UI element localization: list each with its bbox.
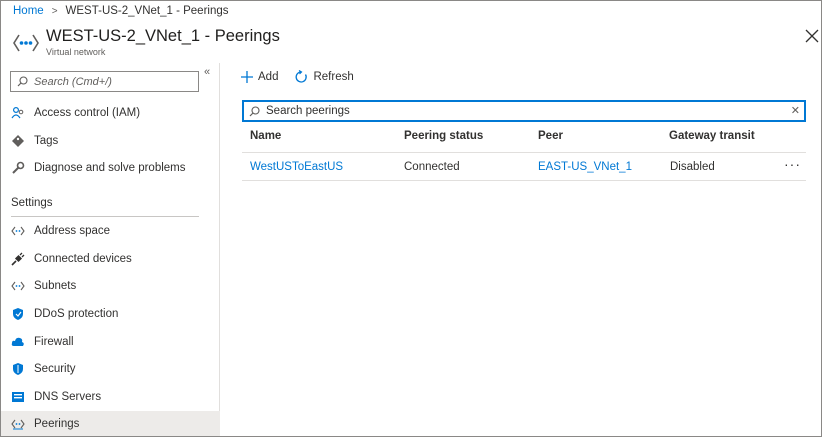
page-header: WEST-US-2_VNet_1 - Peerings Virtual netw… [13,25,821,61]
settings-section-header: Settings [11,197,53,209]
arrows-icon [11,224,25,238]
window: Home > WEST-US-2_VNet_1 - Peerings WEST-… [0,0,822,437]
collapse-icon[interactable]: « [204,66,210,78]
people-icon [11,106,25,120]
plus-icon [241,71,253,83]
peering-status-cell: Connected [404,161,460,173]
tag-icon [11,134,25,148]
page-subtitle: Virtual network [46,47,106,57]
sidebar-item-label: Connected devices [34,253,132,265]
search-peerings-field: ✕ [242,100,806,122]
breadcrumb-current: WEST-US-2_VNet_1 - Peerings [65,5,229,17]
sidebar-item-label: Tags [34,135,59,147]
sidebar-item-label: Subnets [34,280,77,292]
wrench-icon [11,161,25,175]
sidebar-item-peerings[interactable]: Peerings [1,411,220,436]
sidebar-item-firewall[interactable]: Firewall [1,329,220,355]
peer-link[interactable]: EAST-US_VNet_1 [538,161,632,173]
sidebar-item-label: Security [34,363,76,375]
refresh-button-label: Refresh [313,71,354,83]
clear-icon[interactable]: ✕ [791,104,800,117]
search-peerings-input[interactable] [266,105,766,117]
sidebar-item-connected-devices[interactable]: Connected devices [1,246,220,272]
sidebar-item-security[interactable]: Security [1,356,220,382]
sidebar-item-diagnose[interactable]: Diagnose and solve problems [1,155,220,181]
sidebar-item-tags[interactable]: Tags [1,128,220,154]
more-options-icon[interactable]: ··· [784,156,801,172]
refresh-button[interactable]: Refresh [294,70,354,84]
column-header-name[interactable]: Name [250,130,281,142]
shield-icon [11,307,25,321]
sidebar-item-label: Access control (IAM) [34,107,141,119]
vnet-icon [13,34,39,52]
dns-icon [11,390,25,404]
breadcrumb-home-link[interactable]: Home [13,5,44,17]
add-button[interactable]: Add [241,71,278,83]
sidebar-item-address-space[interactable]: Address space [1,218,220,244]
sidebar-item-label: DDoS protection [34,308,119,320]
sidebar: Search (Cmd+/) « Access control (IAM) Ta… [1,63,220,436]
sidebar-item-dns-servers[interactable]: DNS Servers [1,384,220,410]
sidebar-search-placeholder: Search (Cmd+/) [34,75,112,88]
add-button-label: Add [258,71,279,83]
refresh-icon [294,70,308,84]
search-icon [17,76,28,87]
sidebar-item-subnets[interactable]: Subnets [1,273,220,299]
sidebar-item-ddos-protection[interactable]: DDoS protection [1,301,220,327]
breadcrumb: Home > WEST-US-2_VNet_1 - Peerings [13,4,229,18]
cloud-icon [11,335,25,349]
peerings-icon [11,417,25,431]
sidebar-item-label: Peerings [34,418,80,430]
section-divider [11,216,199,217]
sidebar-item-label: Address space [34,225,111,237]
sidebar-search-input[interactable]: Search (Cmd+/) [10,71,199,92]
shield-icon [11,362,25,376]
sidebar-item-label: Firewall [34,336,74,348]
gateway-transit-cell: Disabled [670,161,715,173]
sidebar-item-access-control[interactable]: Access control (IAM) [1,100,220,126]
column-header-peer[interactable]: Peer [538,130,563,142]
arrows-icon [11,279,25,293]
close-icon[interactable] [805,29,819,43]
sidebar-item-label: DNS Servers [34,391,102,403]
sidebar-item-label: Diagnose and solve problems [34,162,186,174]
column-header-gateway-transit[interactable]: Gateway transit [669,130,755,142]
column-header-peering-status[interactable]: Peering status [404,130,483,142]
search-icon [249,105,260,116]
breadcrumb-separator: > [51,5,58,17]
toolbar: Add Refresh [241,68,370,86]
peering-name-link[interactable]: WestUSToEastUS [250,161,343,173]
page-title: WEST-US-2_VNet_1 - Peerings [46,27,280,45]
plug-icon [11,252,25,266]
